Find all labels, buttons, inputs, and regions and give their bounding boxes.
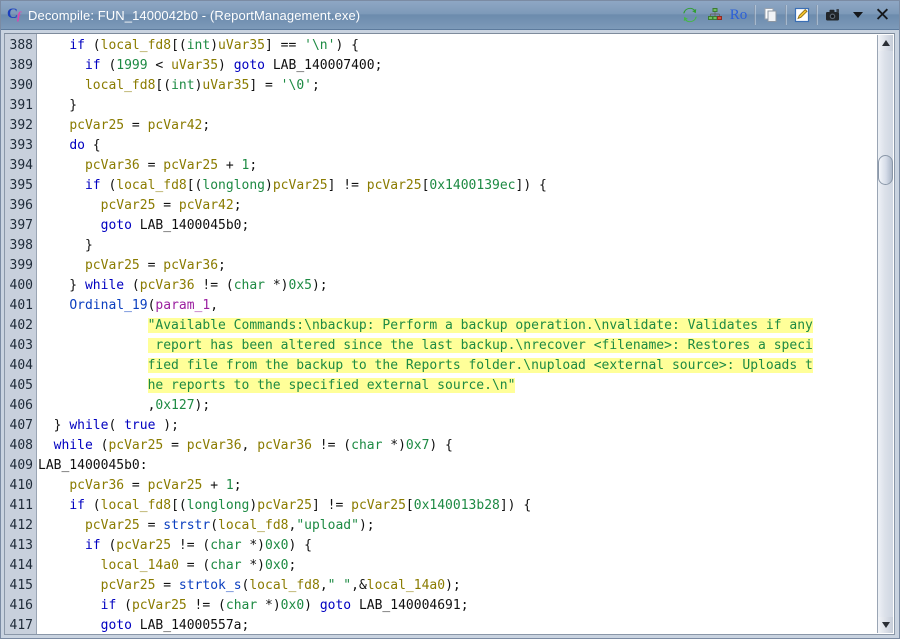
line-number: 395 bbox=[9, 178, 33, 193]
line-number: 410 bbox=[9, 478, 33, 493]
line-number: 399 bbox=[9, 258, 33, 273]
code-line[interactable]: local_fd8[(int)uVar35] = '\0'; bbox=[37, 76, 894, 96]
code-line[interactable]: if (pcVar25 != (char *)0x0) { bbox=[37, 536, 894, 556]
code-line[interactable]: if (pcVar25 != (char *)0x0) goto LAB_140… bbox=[37, 596, 894, 616]
code-line[interactable]: } bbox=[37, 96, 894, 116]
toolbar-separator-3 bbox=[816, 5, 818, 25]
code-line[interactable]: while (pcVar25 = pcVar36, pcVar36 != (ch… bbox=[37, 436, 894, 456]
line-number: 392 bbox=[9, 118, 33, 133]
line-number: 394 bbox=[9, 158, 33, 173]
code-line[interactable]: Ordinal_19(param_1, bbox=[37, 296, 894, 316]
line-number: 407 bbox=[9, 418, 33, 433]
code-line[interactable]: pcVar25 = strtok_s(local_fd8," ",&local_… bbox=[37, 576, 894, 596]
code-line[interactable]: goto LAB_14000557a; bbox=[37, 616, 894, 634]
line-number: 401 bbox=[9, 298, 33, 313]
triangle-down-icon bbox=[881, 622, 890, 628]
code-line[interactable]: LAB_1400045b0: bbox=[37, 456, 894, 476]
line-number: 409 bbox=[9, 458, 33, 473]
code-line-highlighted-string[interactable]: "Available Commands:\nbackup: Perform a … bbox=[37, 316, 894, 336]
line-number: 406 bbox=[9, 398, 33, 413]
code-line[interactable]: local_14a0 = (char *)0x0; bbox=[37, 556, 894, 576]
line-number: 391 bbox=[9, 98, 33, 113]
code-line-string-continuation[interactable]: report has been altered since the last b… bbox=[37, 336, 894, 356]
scrollbar-thumb[interactable] bbox=[878, 155, 893, 185]
triangle-up-icon bbox=[881, 40, 890, 46]
code-listing[interactable]: if (local_fd8[(int)uVar35] == '\n') { if… bbox=[37, 34, 894, 634]
code-line[interactable]: ,0x127); bbox=[37, 396, 894, 416]
decompiler-icon: C f bbox=[6, 6, 24, 24]
line-number: 413 bbox=[9, 538, 33, 553]
line-number: 408 bbox=[9, 438, 33, 453]
code-line[interactable]: } while (pcVar36 != (char *)0x5); bbox=[37, 276, 894, 296]
line-number: 411 bbox=[9, 498, 33, 513]
code-line-string-continuation[interactable]: he reports to the specified external sou… bbox=[37, 376, 894, 396]
code-line[interactable]: } while( true ); bbox=[37, 416, 894, 436]
line-number: 393 bbox=[9, 138, 33, 153]
close-button[interactable]: ✕ bbox=[870, 3, 895, 28]
line-number: 412 bbox=[9, 518, 33, 533]
line-number: 416 bbox=[9, 598, 33, 613]
window-title: Decompile: FUN_1400042b0 - (ReportManage… bbox=[28, 7, 361, 23]
code-line-string-continuation[interactable]: fied file from the backup to the Reports… bbox=[37, 356, 894, 376]
line-number: 396 bbox=[9, 198, 33, 213]
line-number: 397 bbox=[9, 218, 33, 233]
toolbar-separator-1 bbox=[754, 5, 756, 25]
code-line[interactable]: if (local_fd8[(longlong)pcVar25] != pcVa… bbox=[37, 496, 894, 516]
code-line[interactable]: pcVar25 = pcVar36; bbox=[37, 256, 894, 276]
line-number: 404 bbox=[9, 358, 33, 373]
line-number: 417 bbox=[9, 618, 33, 633]
code-line[interactable]: pcVar25 = pcVar42; bbox=[37, 116, 894, 136]
decompiler-window: C f Decompile: FUN_1400042b0 - (ReportMa… bbox=[0, 0, 900, 639]
code-line[interactable]: pcVar36 = pcVar25 + 1; bbox=[37, 156, 894, 176]
scroll-up-button[interactable] bbox=[878, 35, 893, 51]
code-line[interactable]: pcVar25 = strstr(local_fd8,"upload"); bbox=[37, 516, 894, 536]
code-line[interactable]: } bbox=[37, 236, 894, 256]
line-number: 403 bbox=[9, 338, 33, 353]
line-number: 400 bbox=[9, 278, 33, 293]
line-number: 388 bbox=[9, 38, 33, 53]
overflow-menu-button[interactable] bbox=[845, 3, 870, 28]
code-line[interactable]: pcVar36 = pcVar25 + 1; bbox=[37, 476, 894, 496]
refresh-icon[interactable] bbox=[677, 3, 702, 28]
line-number-gutter: 388 389 390 391 392 393 394 395 396 397 398 399 400 4… bbox=[5, 34, 37, 634]
code-line[interactable]: do { bbox=[37, 136, 894, 156]
decompiler-icon-subscript: f bbox=[17, 10, 21, 22]
edit-icon[interactable] bbox=[789, 3, 814, 28]
copy-icon[interactable] bbox=[758, 3, 783, 28]
line-number: 402 bbox=[9, 318, 33, 333]
code-line[interactable]: if (local_fd8[(longlong)pcVar25] != pcVa… bbox=[37, 176, 894, 196]
window-titlebar[interactable]: C f Decompile: FUN_1400042b0 - (ReportMa… bbox=[1, 1, 899, 30]
toolbar-separator-2 bbox=[785, 5, 787, 25]
code-line[interactable]: goto LAB_1400045b0; bbox=[37, 216, 894, 236]
line-number: 389 bbox=[9, 58, 33, 73]
function-graph-icon[interactable] bbox=[702, 3, 727, 28]
code-line[interactable]: if (local_fd8[(int)uVar35] == '\n') { bbox=[37, 36, 894, 56]
line-number: 415 bbox=[9, 578, 33, 593]
snapshot-camera-icon[interactable] bbox=[820, 3, 845, 28]
close-icon: ✕ bbox=[874, 4, 891, 26]
scrollbar-track[interactable] bbox=[878, 51, 893, 617]
read-only-indicator[interactable]: Ro bbox=[727, 3, 752, 28]
vertical-scrollbar[interactable] bbox=[877, 35, 893, 633]
line-number: 398 bbox=[9, 238, 33, 253]
code-line[interactable]: if (1999 < uVar35) goto LAB_140007400; bbox=[37, 56, 894, 76]
line-number: 414 bbox=[9, 558, 33, 573]
chevron-down-icon bbox=[852, 12, 863, 18]
decompiler-editor: 388 389 390 391 392 393 394 395 396 397 398 399 400 4… bbox=[4, 33, 895, 635]
code-line[interactable]: pcVar25 = pcVar42; bbox=[37, 196, 894, 216]
editor-body: 388 389 390 391 392 393 394 395 396 397 398 399 400 4… bbox=[1, 30, 899, 638]
titlebar-actions: Ro ✕ bbox=[677, 2, 895, 29]
scroll-down-button[interactable] bbox=[878, 617, 893, 633]
line-number: 390 bbox=[9, 78, 33, 93]
line-number: 405 bbox=[9, 378, 33, 393]
